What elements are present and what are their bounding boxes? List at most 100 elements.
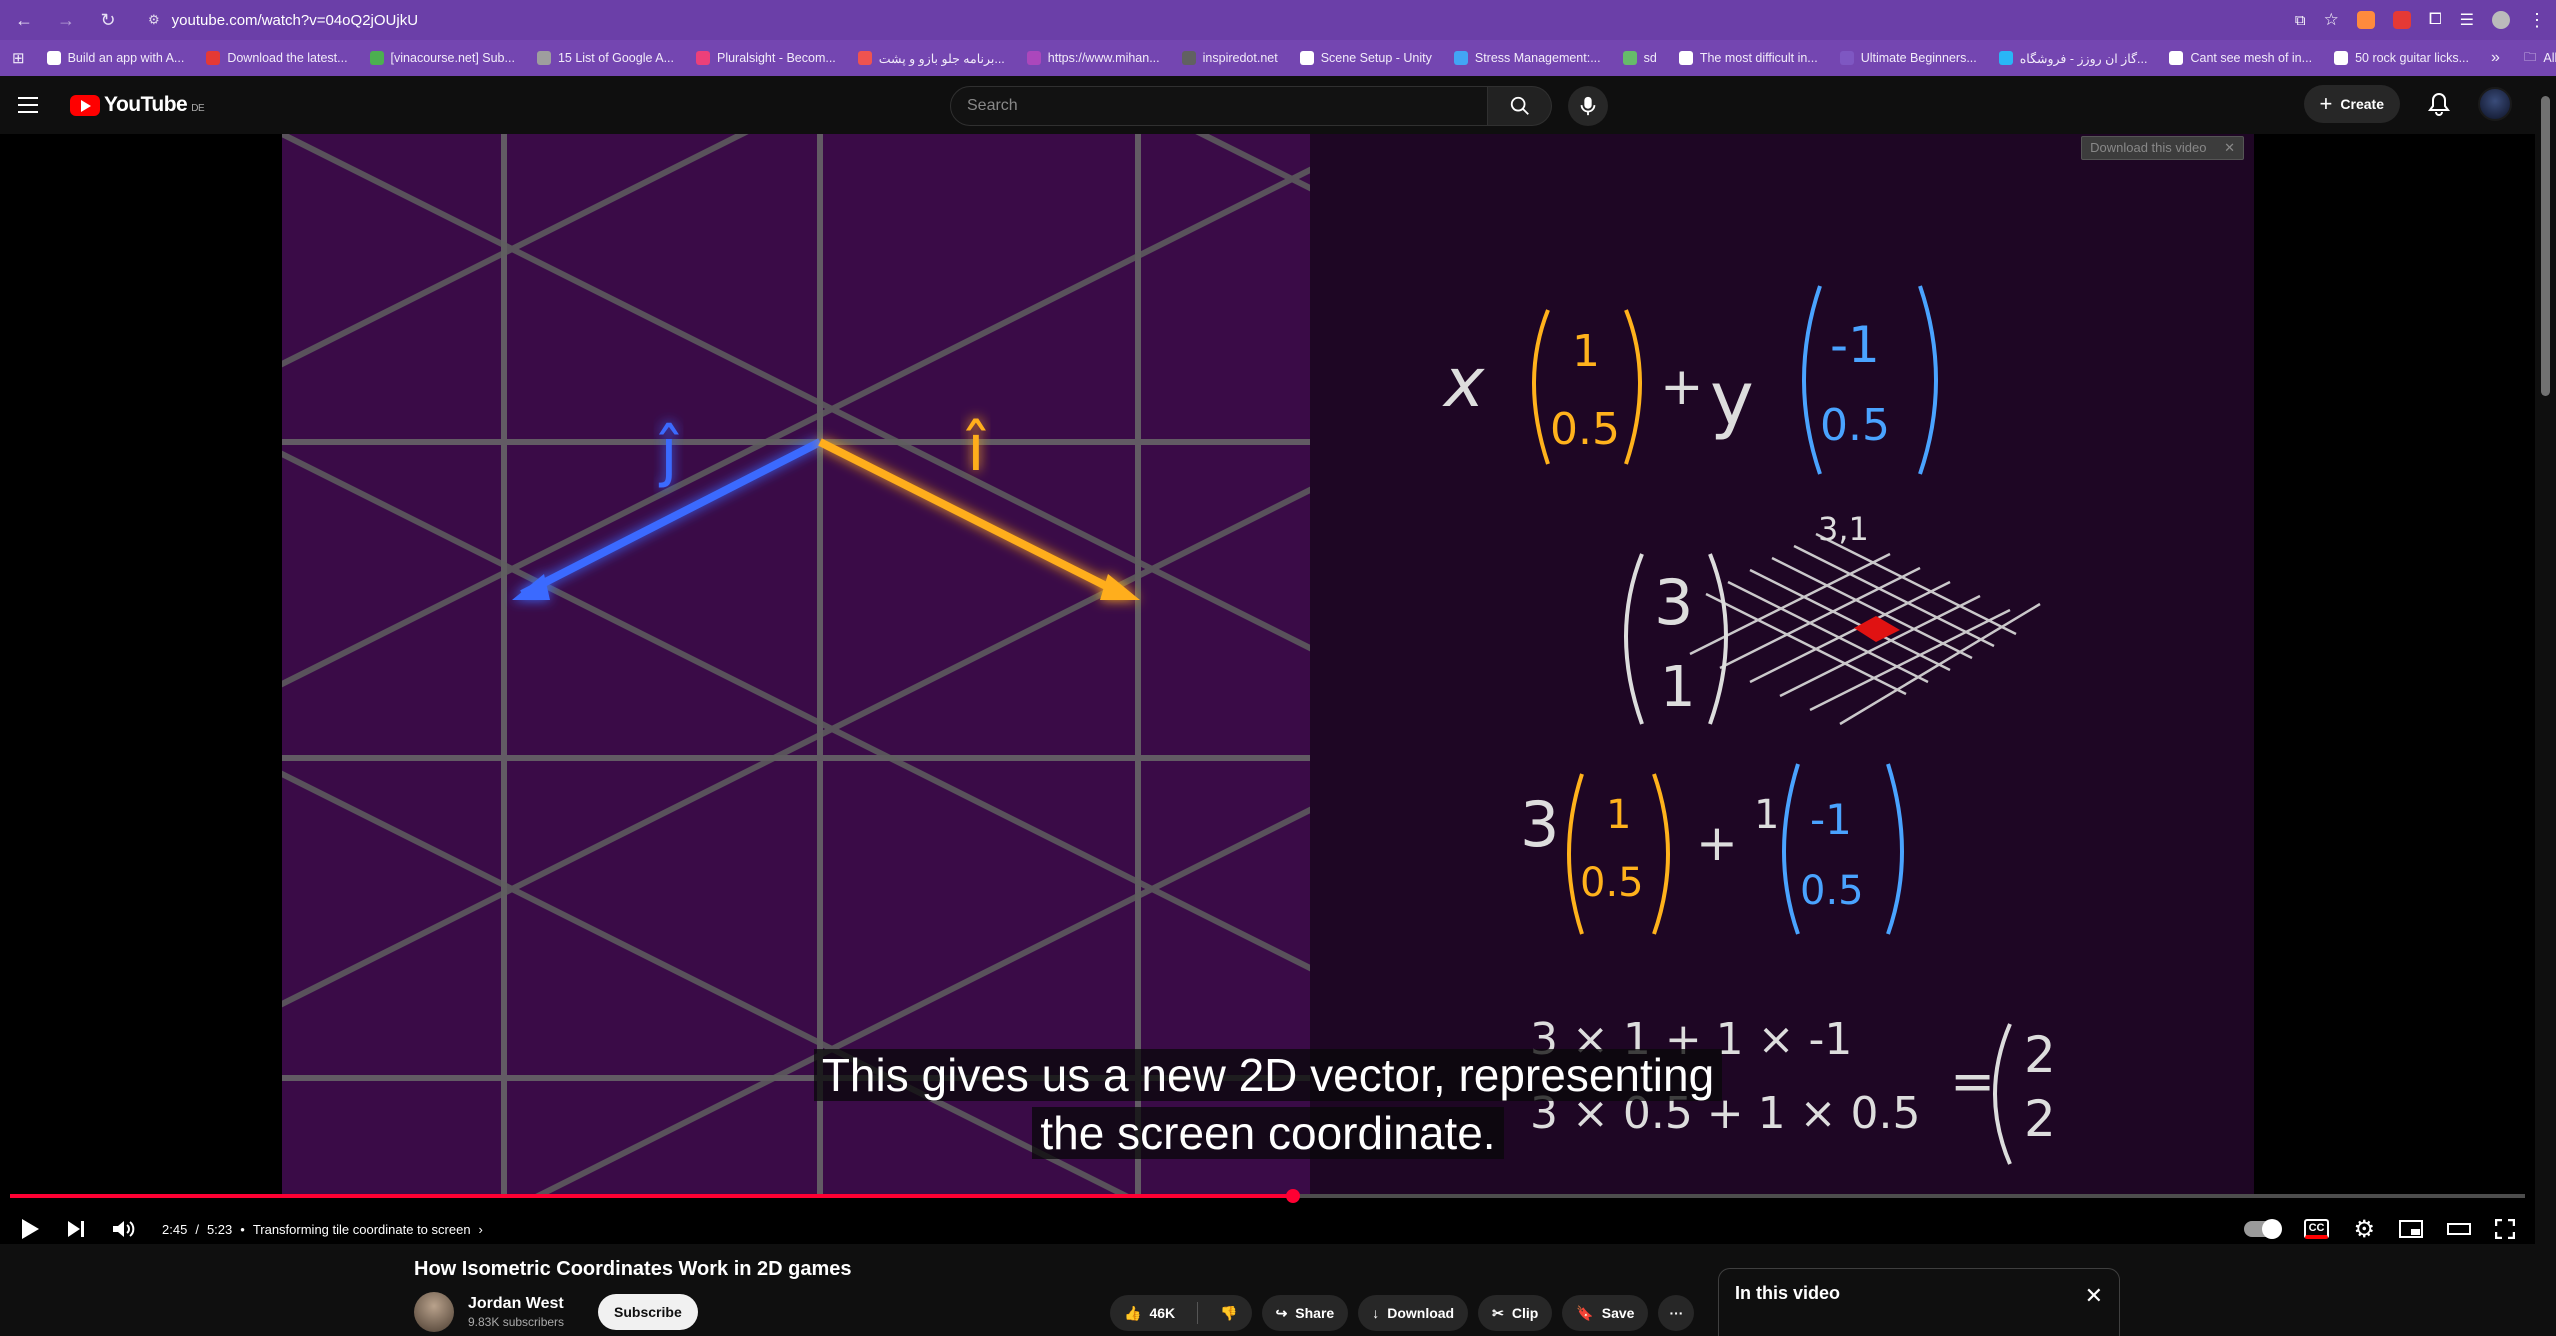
notifications-bell-icon[interactable] [2428, 92, 2450, 116]
address-bar[interactable]: ⚙ youtube.com/watch?v=04oQ2jOUjkU [136, 5, 2281, 35]
create-button[interactable]: + Create [2303, 85, 2400, 123]
bookmark-favicon-icon [1026, 51, 1041, 65]
isometric-grid-graphic: ĵ î [282, 134, 1784, 1194]
bookmark-favicon-icon [2334, 51, 2349, 65]
bookmark-label: Pluralsight - Becom... [716, 51, 836, 65]
extension-fox-icon[interactable] [2356, 11, 2375, 29]
back-button[interactable]: ← [10, 6, 38, 34]
search-button[interactable] [1488, 86, 1552, 126]
bookmark-favicon-icon [1299, 51, 1314, 65]
all-bookmarks-button[interactable]: 🗀 All Bookmarks [2524, 48, 2556, 69]
search-placeholder: Search [967, 97, 1018, 114]
save-button[interactable]: 🔖 Save [1562, 1295, 1649, 1331]
bookmark-star-icon[interactable]: ☆ [2324, 10, 2339, 30]
bookmark-item[interactable]: 50 rock guitar licks... [2334, 51, 2469, 66]
bookmark-item[interactable]: گاز ان روزز - فروشگاه... [1998, 51, 2147, 66]
scrollbar-thumb[interactable] [2541, 96, 2550, 396]
bookmark-item[interactable]: 15 List of Google A... [536, 51, 674, 66]
bookmark-item[interactable]: inspiredot.net [1181, 51, 1278, 66]
apps-grid-icon[interactable]: ⊞ [12, 49, 25, 67]
bookmark-item[interactable]: برنامه جلو بازو و پشت... [857, 51, 1005, 66]
eq2-a-top: 1 [1606, 792, 1631, 838]
channel-name[interactable]: Jordan West [468, 1295, 564, 1313]
site-info-icon[interactable]: ⚙ [148, 12, 160, 28]
like-button[interactable]: 👍 46K [1110, 1295, 1189, 1331]
bookmark-item[interactable]: Build an app with A... [46, 51, 184, 66]
chapter-title[interactable]: Transforming tile coordinate to screen [253, 1222, 471, 1237]
bookmark-item[interactable]: [vinacourse.net] Sub... [369, 51, 515, 66]
download-video-overlay[interactable]: Download this video ✕ [2081, 136, 2244, 160]
profile-icon[interactable] [2492, 11, 2510, 29]
eq2-coef2: 1 [1754, 792, 1779, 838]
channel-info: Jordan West 9.83K subscribers Subscribe [414, 1292, 698, 1332]
bookmark-item[interactable]: Stress Management:... [1453, 51, 1601, 66]
subscribe-button[interactable]: Subscribe [598, 1294, 698, 1330]
bookmark-item[interactable]: Cant see mesh of in... [2169, 51, 2312, 66]
install-icon[interactable]: ⧉ [2295, 12, 2306, 29]
fullscreen-icon[interactable] [2495, 1219, 2515, 1239]
share-button[interactable]: ↪ Share [1261, 1295, 1349, 1331]
bookmark-item[interactable]: The most difficult in... [1678, 51, 1818, 66]
account-avatar[interactable] [2478, 87, 2512, 121]
progress-scrubber[interactable] [1285, 1189, 1300, 1203]
hamburger-menu-icon[interactable] [18, 97, 48, 113]
caption-line-2: the screen coordinate. [1032, 1107, 1504, 1159]
page-scrollbar[interactable] [2535, 76, 2556, 1336]
progress-bar[interactable] [10, 1189, 2525, 1203]
folder-icon: 🗀 [2523, 49, 2537, 64]
bookmarks-bar: ⊞ Build an app with A... Download the lat… [0, 40, 2556, 76]
dislike-button[interactable]: 👎 [1206, 1295, 1251, 1331]
bookmark-item[interactable]: Ultimate Beginners... [1839, 51, 1977, 66]
bookmark-item[interactable]: Scene Setup - Unity [1299, 51, 1432, 66]
logo-text: YouTube [104, 93, 188, 116]
settings-gear-icon[interactable]: ⚙ [2353, 1215, 2375, 1244]
miniplayer-icon[interactable] [2399, 1220, 2423, 1238]
youtube-logo[interactable]: YouTube DE [70, 93, 205, 117]
subtitles-cc-icon[interactable]: CC [2303, 1219, 2330, 1239]
browser-toolbar: ← → ↻ ⚙ youtube.com/watch?v=04oQ2jOUjkU … [0, 0, 2556, 40]
clip-button[interactable]: ✂ Clip [1478, 1295, 1553, 1331]
video-notes-panel: x 1 0.5 + y -1 0.5 3 1 3,1 3 1 0.5 + 1 -… [1310, 134, 2254, 1194]
bookmark-favicon-icon [1622, 51, 1637, 65]
bookmark-favicon-icon [206, 51, 221, 65]
eq1-b-top: -1 [1830, 316, 1880, 374]
next-icon[interactable] [66, 1219, 86, 1239]
download-button[interactable]: ↓ Download [1358, 1295, 1469, 1331]
volume-icon[interactable] [112, 1219, 136, 1239]
browser-menu-icon[interactable]: ⋮ [2528, 10, 2546, 31]
bookmarks-overflow-button[interactable]: » [2491, 49, 2500, 67]
autoplay-toggle[interactable] [2243, 1219, 2282, 1239]
bookmark-item[interactable]: Download the latest... [206, 51, 348, 66]
bookmark-label: Download the latest... [227, 51, 348, 65]
bookmark-favicon-icon [1678, 51, 1693, 65]
bookmark-item[interactable]: sd [1622, 51, 1657, 66]
chevron-right-icon[interactable]: › [479, 1222, 483, 1237]
bookmark-item[interactable]: Pluralsight - Becom... [695, 51, 836, 66]
video-frame[interactable]: ĵ î x 1 0.5 + y -1 0.5 3 1 3,1 3 1 0.5 +… [282, 134, 2254, 1194]
play-icon[interactable] [20, 1218, 40, 1240]
more-actions-button[interactable]: ··· [1658, 1295, 1695, 1331]
in-this-video-panel: In this video ✕ [1718, 1268, 2120, 1336]
bookmark-item[interactable]: https://www.mihan... [1026, 51, 1160, 66]
subscriber-count: 9.83K subscribers [468, 1315, 565, 1329]
eq2-a-bottom: 0.5 [1580, 860, 1644, 906]
channel-avatar[interactable] [414, 1292, 454, 1332]
theater-mode-icon[interactable] [2447, 1221, 2471, 1237]
forward-button[interactable]: → [52, 6, 80, 34]
panel-close-icon[interactable]: ✕ [2085, 1283, 2103, 1322]
bookmark-label: 50 rock guitar licks... [2355, 51, 2469, 65]
youtube-play-icon [70, 94, 100, 116]
bookmark-favicon-icon [857, 51, 872, 65]
reading-list-icon[interactable]: ☰ [2460, 10, 2474, 30]
search-input[interactable]: Search [950, 86, 1488, 126]
thumbs-down-icon: 👎 [1220, 1304, 1238, 1321]
video-player[interactable]: ĵ î x 1 0.5 + y -1 0.5 3 1 3,1 3 1 0.5 +… [0, 134, 2535, 1244]
overlay-close-icon[interactable]: ✕ [2224, 140, 2235, 155]
reload-button[interactable]: ↻ [94, 6, 122, 34]
extension-red-icon[interactable] [2392, 11, 2411, 29]
search-icon [1510, 96, 1529, 115]
eq2-plus: + [1696, 814, 1738, 872]
extensions-puzzle-icon[interactable]: ⧠ [2429, 11, 2442, 29]
share-label: Share [1295, 1305, 1335, 1321]
voice-search-button[interactable] [1568, 86, 1608, 126]
